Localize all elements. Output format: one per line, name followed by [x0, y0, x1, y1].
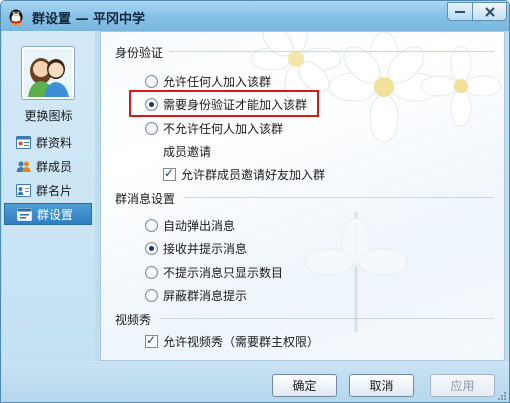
option-label: 接收并提示消息	[163, 242, 248, 256]
radio-circle[interactable]	[145, 219, 158, 232]
radio-circle[interactable]	[145, 289, 158, 302]
video-section-title: 视频秀	[115, 313, 152, 327]
change-icon-link[interactable]: 更换图标	[2, 107, 95, 124]
checkbox-box[interactable]	[145, 333, 158, 348]
option-label: 允许群成员邀请好友加入群	[181, 168, 326, 182]
minimize-button[interactable]	[447, 2, 473, 21]
radio-allow-anyone[interactable]: 允许任何人加入该群	[145, 73, 271, 90]
option-label: 屏蔽群消息提示	[163, 289, 248, 303]
members-icon	[16, 161, 31, 172]
option-label: 允许视频秀（需要群主权限）	[163, 335, 320, 349]
group-avatar-icon	[24, 49, 72, 97]
option-label: 自动弹出消息	[163, 219, 236, 233]
resize-grip-icon[interactable]	[497, 391, 507, 401]
option-label: 允许任何人加入该群	[163, 75, 272, 89]
nav-item-label: 群设置	[37, 207, 74, 222]
left-navigation-panel: 更换图标 群资料 群成员 群名片 群设置	[2, 31, 95, 361]
penguin-icon	[9, 9, 23, 25]
option-label: 不提示消息只显示数目	[163, 266, 284, 280]
radio-circle[interactable]	[145, 242, 158, 255]
dialog-footer: 确定 取消 应用	[2, 361, 509, 402]
group-settings-window: 群设置 — 平冈中学 更换图标 群资料 群成员 群名片 群设置 身份验证 允许任…	[0, 0, 510, 403]
nav-item-group-settings[interactable]: 群设置	[4, 203, 92, 225]
flower-decoration-icon	[304, 212, 408, 332]
title-bar[interactable]: 群设置 — 平冈中学	[1, 1, 509, 31]
checkbox-box[interactable]	[163, 166, 176, 181]
nav-item-label: 群成员	[36, 159, 73, 174]
nav-item-label: 群名片	[36, 183, 73, 198]
radio-circle[interactable]	[145, 266, 158, 279]
minimize-icon	[455, 10, 465, 13]
identity-section-title: 身份验证	[115, 46, 164, 60]
settings-card-icon	[17, 207, 32, 221]
section-divider	[169, 51, 494, 52]
nav-item-group-card[interactable]: 群名片	[4, 179, 92, 201]
settings-content-panel: 身份验证 允许任何人加入该群 需要身份验证才能加入该群 不允许任何人加入该群 成…	[100, 31, 505, 361]
profile-card-icon	[16, 135, 31, 149]
radio-count-only[interactable]: 不提示消息只显示数目	[145, 264, 283, 281]
apply-button[interactable]: 应用	[430, 374, 495, 397]
nav-item-group-info[interactable]: 群资料	[4, 131, 92, 153]
name-card-icon	[16, 183, 31, 197]
annotation-highlight-box	[129, 90, 319, 117]
radio-circle[interactable]	[145, 122, 158, 135]
ok-button[interactable]: 确定	[272, 374, 337, 397]
option-label: 不允许任何人加入该群	[163, 122, 284, 136]
radio-auto-popup[interactable]: 自动弹出消息	[145, 217, 235, 234]
checkbox-allow-video-show[interactable]: 允许视频秀（需要群主权限）	[145, 333, 319, 350]
section-divider	[183, 197, 494, 198]
close-icon	[484, 6, 495, 17]
flower-decoration-icon	[421, 46, 501, 126]
window-title: 群设置 — 平冈中学	[32, 12, 146, 27]
member-invite-title: 成员邀请	[163, 145, 212, 159]
radio-block-notifications[interactable]: 屏蔽群消息提示	[145, 287, 247, 304]
nav-item-label: 群资料	[36, 135, 73, 150]
message-section-title: 群消息设置	[115, 192, 176, 206]
nav-item-group-members[interactable]: 群成员	[4, 155, 92, 177]
cancel-button[interactable]: 取消	[349, 374, 414, 397]
radio-receive-notify[interactable]: 接收并提示消息	[145, 240, 247, 257]
close-button[interactable]	[472, 2, 507, 21]
group-avatar[interactable]	[21, 46, 75, 100]
checkbox-member-invite[interactable]: 允许群成员邀请好友加入群	[163, 166, 325, 183]
section-divider	[159, 318, 494, 319]
radio-circle[interactable]	[145, 75, 158, 88]
radio-allow-no-one[interactable]: 不允许任何人加入该群	[145, 120, 283, 137]
